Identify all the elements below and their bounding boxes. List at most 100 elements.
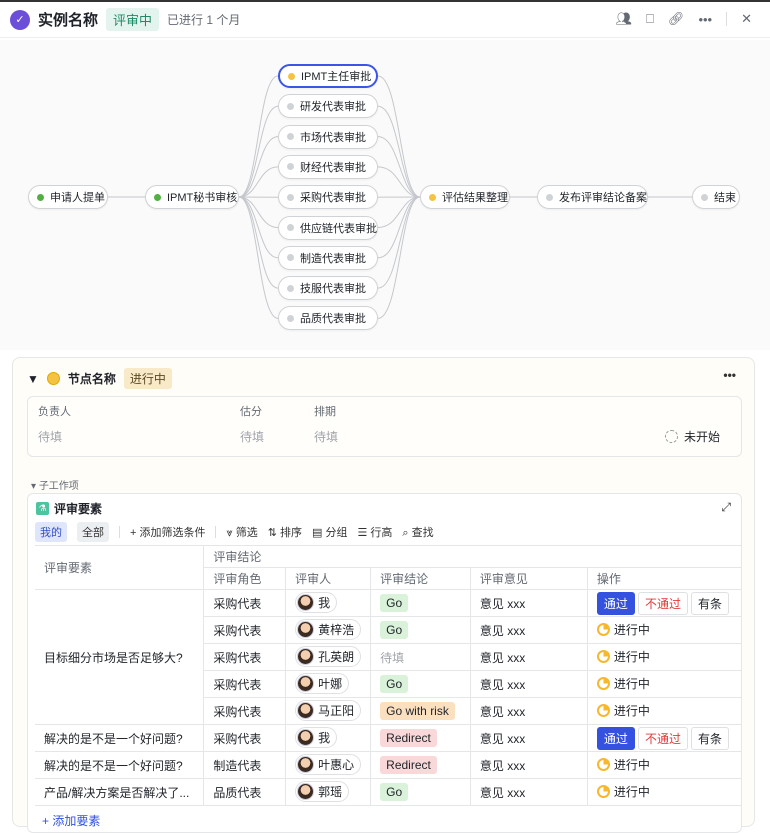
col-reviewer: 评审人 [286, 568, 371, 590]
cell-opinion: 意见 xxx [470, 590, 587, 617]
more-icon[interactable]: ••• [698, 12, 712, 27]
flow-node-parallel[interactable]: IPMT主任审批 [278, 64, 378, 88]
reject-button[interactable]: 不通过 [638, 727, 688, 750]
filter-all[interactable]: 全部 [77, 522, 109, 542]
node-label: 供应链代表审批 [300, 220, 377, 236]
cell-opinion: 意见 xxx [470, 779, 587, 806]
connector [239, 137, 278, 197]
connector [378, 106, 420, 197]
status-dot-icon [546, 194, 553, 201]
node-label: IPMT主任审批 [301, 68, 371, 84]
flow-node-publish[interactable]: 发布评审结论备案 [537, 185, 648, 209]
members-icon[interactable]: 👥︎ [616, 11, 633, 27]
cell-conclusion: Go [371, 590, 471, 617]
cell-reviewer: 孔英朗 [286, 644, 371, 671]
reviewer-name: 黄梓浩 [318, 621, 354, 638]
pass-button[interactable]: 通过 [597, 592, 635, 615]
conclusion-tag[interactable]: Go [380, 783, 408, 801]
reviewer-chip[interactable]: 郭瑶 [295, 781, 349, 802]
flow-node-parallel[interactable]: 研发代表审批 [278, 94, 378, 118]
flow-node-parallel[interactable]: 技服代表审批 [278, 276, 378, 300]
reviewer-chip[interactable]: 黄梓浩 [295, 619, 361, 640]
connector [378, 197, 420, 318]
reviewer-chip[interactable]: 我 [295, 727, 337, 748]
flow-node-parallel[interactable]: 供应链代表审批 [278, 216, 378, 240]
conclusion-tag[interactable]: 待填 [380, 651, 404, 665]
flow-node-secretary[interactable]: IPMT秘书审核 [145, 185, 239, 209]
conclusion-tag[interactable]: Redirect [380, 729, 437, 747]
node-state[interactable]: 未开始 [665, 428, 720, 445]
subwork-toggle[interactable]: ▾ 子工作项 [31, 477, 79, 492]
cell-action: 进行中 [587, 617, 741, 644]
flow-node-parallel[interactable]: 采购代表审批 [278, 185, 378, 209]
divider [726, 12, 727, 26]
node-info: 负责人 待填 估分 待填 排期 待填 未开始 [27, 396, 742, 457]
conclusion-tag[interactable]: Go with risk [380, 702, 455, 720]
conclusion-tag[interactable]: Go [380, 594, 408, 612]
reviewer-chip[interactable]: 孔英朗 [295, 646, 361, 667]
reviewer-name: 孔英朗 [318, 648, 354, 665]
reviewer-name: 叶惠心 [318, 756, 354, 773]
node-label: 研发代表审批 [300, 98, 366, 114]
status-dot-icon [287, 163, 294, 170]
close-icon[interactable]: ✕ [741, 11, 752, 27]
reviewer-chip[interactable]: 我 [295, 592, 337, 613]
node-more-icon[interactable]: ••• [723, 368, 736, 382]
cell-element: 目标细分市场是否足够大? [35, 590, 204, 725]
owner-field[interactable]: 待填 [38, 428, 62, 445]
avatar [297, 729, 314, 746]
conditional-button[interactable]: 有条 [691, 592, 729, 615]
reviewer-chip[interactable]: 叶娜 [295, 673, 349, 694]
action-status: 进行中 [614, 756, 650, 773]
sort-button[interactable]: ⇅ 排序 [268, 524, 302, 540]
group-icon: ▤ [312, 527, 325, 539]
pass-button[interactable]: 通过 [597, 727, 635, 750]
cell-opinion: 意见 xxx [470, 644, 587, 671]
table-row: 目标细分市场是否足够大?采购代表我Go意见 xxx通过不通过有条 [35, 590, 741, 617]
flow-node-evaluate[interactable]: 评估结果整理 [420, 185, 510, 209]
link-icon[interactable]: 🔗︎ [668, 11, 685, 27]
find-button[interactable]: ⌕ 查找 [402, 524, 433, 540]
flow-node-parallel[interactable]: 市场代表审批 [278, 125, 378, 149]
add-filter-button[interactable]: + 添加筛选条件 [130, 524, 205, 540]
conclusion-tag[interactable]: Go [380, 621, 408, 639]
group-button[interactable]: ▤ 分组 [312, 524, 347, 540]
filter-button[interactable]: ⩔ 筛选 [226, 524, 257, 540]
flow-node-end[interactable]: 结束 [692, 185, 740, 209]
bookmark-icon[interactable]: ⎕ [646, 11, 654, 27]
conclusion-tag[interactable]: Redirect [380, 756, 437, 774]
avatar [297, 594, 314, 611]
flow-node-parallel[interactable]: 品质代表审批 [278, 306, 378, 330]
conditional-button[interactable]: 有条 [691, 727, 729, 750]
divider [215, 526, 216, 538]
reviewer-name: 叶娜 [318, 675, 342, 692]
reviewer-chip[interactable]: 叶惠心 [295, 754, 361, 775]
connector [378, 137, 420, 197]
row-height-button[interactable]: ☰ 行高 [357, 524, 392, 540]
connector [378, 197, 420, 288]
action-status: 进行中 [614, 783, 650, 800]
reject-button[interactable]: 不通过 [638, 592, 688, 615]
cell-action: 进行中 [587, 752, 741, 779]
connector [378, 197, 420, 258]
collapse-icon[interactable]: ▼ [27, 372, 39, 386]
cell-reviewer: 黄梓浩 [286, 617, 371, 644]
flow-node-start[interactable]: 申请人提单 [28, 185, 108, 209]
flow-node-parallel[interactable]: 制造代表审批 [278, 246, 378, 270]
cell-conclusion: Go with risk [371, 698, 471, 725]
reviewer-chip[interactable]: 马正阳 [295, 700, 361, 721]
instance-icon: ✓ [10, 10, 30, 30]
col-action: 操作 [587, 568, 741, 590]
header: ✓ 实例名称 评审中 已进行 1 个月 👥︎ ⎕ 🔗︎ ••• ✕ [0, 0, 770, 38]
expand-icon[interactable]: ⤢ [721, 500, 731, 515]
col-element: 评审要素 [35, 546, 204, 590]
not-started-icon [665, 430, 678, 443]
filter-mine[interactable]: 我的 [35, 522, 67, 542]
conclusion-tag[interactable]: Go [380, 675, 408, 693]
add-element-button[interactable]: + 添加要素 [42, 812, 100, 829]
find-label: 查找 [412, 527, 434, 539]
schedule-field[interactable]: 待填 [314, 428, 338, 445]
estimate-field[interactable]: 待填 [240, 428, 264, 445]
col-conclusion: 评审结论 [371, 568, 471, 590]
flow-node-parallel[interactable]: 财经代表审批 [278, 155, 378, 179]
